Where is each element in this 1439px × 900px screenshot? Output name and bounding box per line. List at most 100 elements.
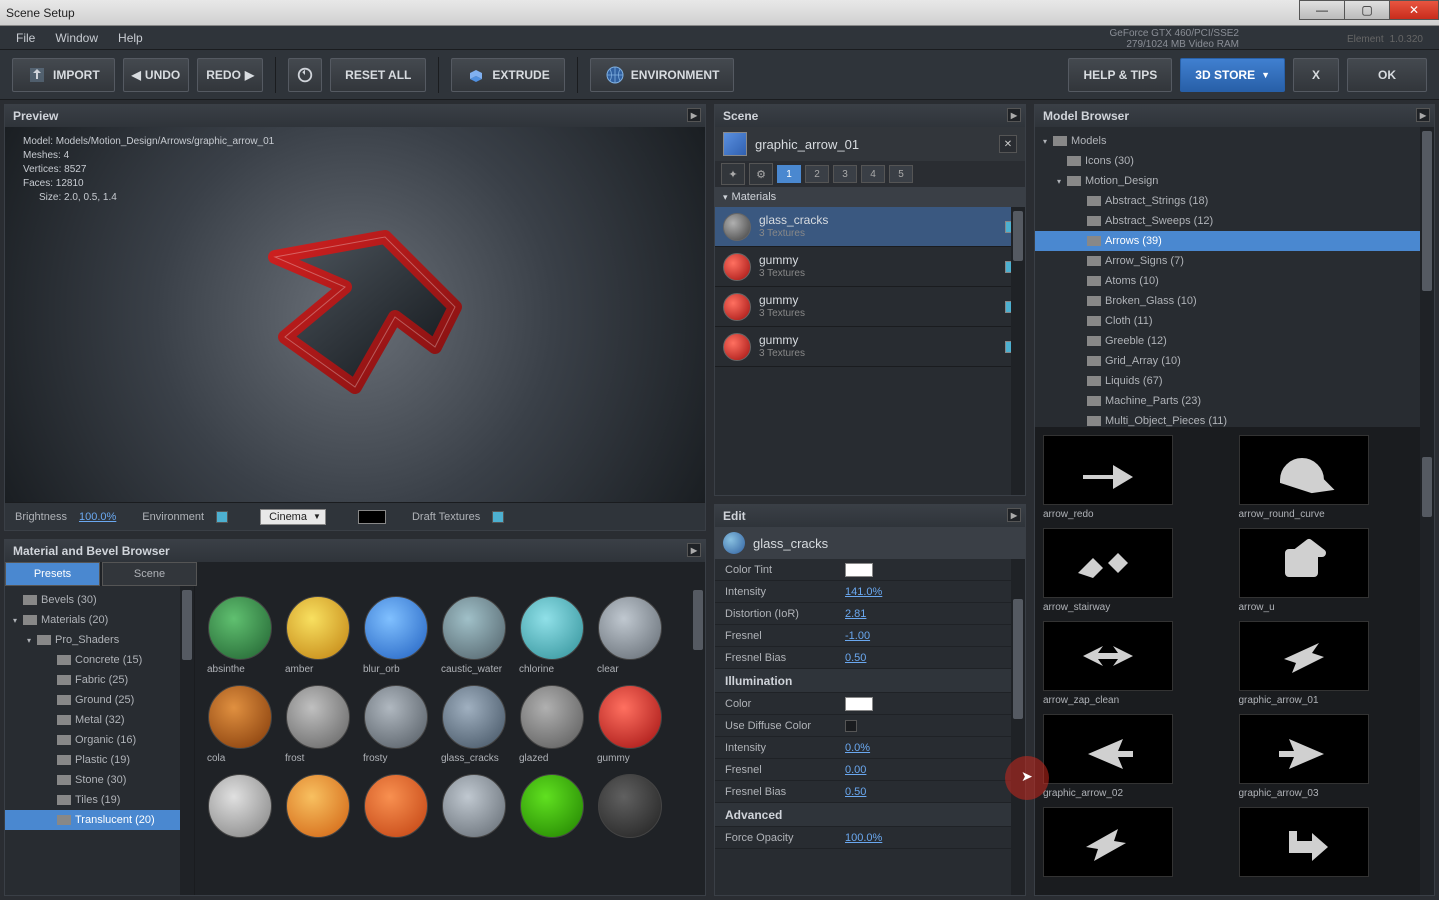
tree-item[interactable]: Atoms (10) [1035,271,1434,291]
material-item[interactable]: glass_cracks3 Textures [715,207,1025,247]
material-preset-cell[interactable]: amber [283,596,353,675]
extrude-button[interactable]: EXTRUDE [451,58,564,92]
material-preset-cell[interactable] [439,774,509,842]
anchor-icon[interactable]: ✦ [721,163,745,185]
reset-icon-button[interactable] [288,58,322,92]
model-cell[interactable]: graphic_arrow_02 [1043,714,1231,799]
scrollbar[interactable] [1011,207,1025,495]
property-value[interactable]: -1.00 [845,630,870,642]
environment-button[interactable]: ENVIRONMENT [590,58,735,92]
model-cell[interactable] [1239,807,1427,881]
scene-group-tab-5[interactable]: 5 [889,165,913,183]
material-preset-cell[interactable] [283,774,353,842]
3d-store-button[interactable]: 3D STORE ▼ [1180,58,1285,92]
material-preset-cell[interactable]: blur_orb [361,596,431,675]
material-preset-cell[interactable]: frosty [361,685,431,764]
material-item[interactable]: gummy3 Textures [715,247,1025,287]
material-preset-cell[interactable] [595,774,665,842]
tree-item[interactable]: Icons (30) [1035,151,1434,171]
tree-item[interactable]: Liquids (67) [1035,371,1434,391]
model-cell[interactable]: arrow_round_curve [1239,435,1427,520]
model-cell[interactable] [1043,807,1231,881]
color-swatch[interactable] [845,697,873,711]
material-preset-cell[interactable]: cola [205,685,275,764]
tree-item[interactable]: Arrow_Signs (7) [1035,251,1434,271]
bg-color-swatch[interactable] [358,510,386,524]
panel-collapse-icon[interactable]: ▶ [1416,108,1430,122]
material-preset-cell[interactable] [205,774,275,842]
scrollbar[interactable] [1420,427,1434,895]
material-preset-cell[interactable]: frost [283,685,353,764]
tree-item[interactable]: Machine_Parts (23) [1035,391,1434,411]
model-cell[interactable]: graphic_arrow_03 [1239,714,1427,799]
scene-group-tab-4[interactable]: 4 [861,165,885,183]
window-close-button[interactable]: ✕ [1389,0,1439,20]
brightness-value[interactable]: 100.0% [79,511,116,523]
import-button[interactable]: IMPORT [12,58,115,92]
tree-item[interactable]: Plastic (19) [5,750,194,770]
panel-collapse-icon[interactable]: ▶ [687,543,701,557]
tree-item[interactable]: Abstract_Strings (18) [1035,191,1434,211]
gear-icon[interactable]: ⚙ [749,163,773,185]
tree-item[interactable]: Cloth (11) [1035,311,1434,331]
property-value[interactable]: 141.0% [845,586,882,598]
tree-item[interactable]: Stone (30) [5,770,194,790]
tree-item[interactable]: Abstract_Sweeps (12) [1035,211,1434,231]
model-cell[interactable]: graphic_arrow_01 [1239,621,1427,706]
tree-item[interactable]: Metal (32) [5,710,194,730]
material-preset-cell[interactable]: caustic_water [439,596,509,675]
scrollbar[interactable] [691,586,705,895]
scene-group-tab-3[interactable]: 3 [833,165,857,183]
tree-item[interactable]: Fabric (25) [5,670,194,690]
material-preset-cell[interactable]: glass_cracks [439,685,509,764]
tree-item[interactable]: Multi_Object_Pieces (11) [1035,411,1434,427]
material-preset-cell[interactable]: clear [595,596,665,675]
preview-viewport[interactable]: Model: Models/Motion_Design/Arrows/graph… [5,127,705,502]
menu-file[interactable]: File [16,31,35,45]
tree-item[interactable]: Grid_Array (10) [1035,351,1434,371]
scrollbar[interactable] [1011,559,1025,895]
model-cell[interactable]: arrow_zap_clean [1043,621,1231,706]
tree-item[interactable]: ▾Pro_Shaders [5,630,194,650]
model-cell[interactable]: arrow_redo [1043,435,1231,520]
tree-item[interactable]: ▾Motion_Design [1035,171,1434,191]
tree-item[interactable]: Arrows (39) [1035,231,1434,251]
ok-button[interactable]: OK [1347,58,1427,92]
tree-item[interactable]: ▾Materials (20) [5,610,194,630]
tree-item[interactable]: ▾Models [1035,131,1434,151]
property-value[interactable]: 0.00 [845,764,866,776]
model-cell[interactable]: arrow_stairway [1043,528,1231,613]
checkbox[interactable] [845,720,857,732]
color-swatch[interactable] [845,563,873,577]
material-preset-cell[interactable]: glazed [517,685,587,764]
material-preset-cell[interactable]: absinthe [205,596,275,675]
menu-window[interactable]: Window [55,31,98,45]
tree-item[interactable]: Ground (25) [5,690,194,710]
material-preset-cell[interactable] [361,774,431,842]
scrollbar[interactable] [1420,127,1434,427]
window-minimize-button[interactable]: — [1299,0,1345,20]
environment-checkbox[interactable] [216,511,228,523]
property-value[interactable]: 0.50 [845,652,866,664]
tree-item[interactable]: Translucent (20) [5,810,194,830]
tree-item[interactable]: Tiles (19) [5,790,194,810]
tab-presets[interactable]: Presets [5,562,100,586]
tree-item[interactable]: Greeble (12) [1035,331,1434,351]
window-maximize-button[interactable]: ▢ [1344,0,1390,20]
undo-button[interactable]: ◀ UNDO [123,58,190,92]
material-item[interactable]: gummy3 Textures [715,287,1025,327]
materials-section-header[interactable]: Materials [715,187,1025,207]
material-preset-cell[interactable]: gummy [595,685,665,764]
tree-item[interactable]: Concrete (15) [5,650,194,670]
menu-help[interactable]: Help [118,31,143,45]
help-tips-button[interactable]: HELP & TIPS [1068,58,1172,92]
panel-collapse-icon[interactable]: ▶ [1007,108,1021,122]
material-item[interactable]: gummy3 Textures [715,327,1025,367]
remove-object-button[interactable]: ✕ [999,135,1017,153]
tree-item[interactable]: Broken_Glass (10) [1035,291,1434,311]
model-cell[interactable]: arrow_u [1239,528,1427,613]
scene-group-tab-1[interactable]: 1 [777,165,801,183]
property-value[interactable]: 100.0% [845,832,882,844]
panel-collapse-icon[interactable]: ▶ [1007,508,1021,522]
draft-textures-checkbox[interactable] [492,511,504,523]
